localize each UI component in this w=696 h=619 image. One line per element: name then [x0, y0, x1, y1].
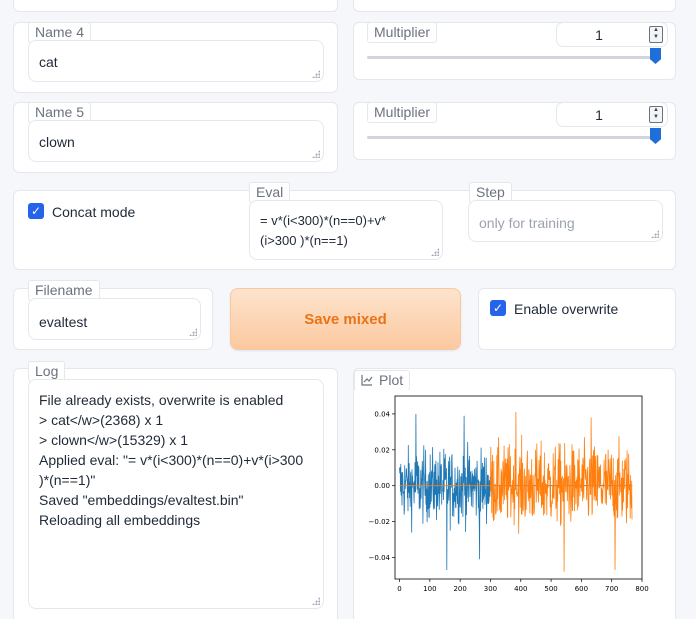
plot-label-badge: Plot — [354, 370, 411, 391]
previous-row-left — [13, 0, 338, 12]
name5-value: clown — [39, 134, 75, 150]
plot-canvas: 0 100 200 300 400 500 600 700 800 −0.04 −0.02 0.00 0… — [355, 390, 665, 605]
x-tick-label: 400 — [514, 585, 527, 593]
x-tick-label: 500 — [544, 585, 557, 593]
previous-row-right — [353, 0, 676, 12]
enable-overwrite-checkbox[interactable]: ✓ — [490, 300, 506, 316]
concat-mode-checkbox[interactable]: ✓ — [28, 203, 44, 219]
series-1-line — [399, 413, 491, 571]
name4-value: cat — [39, 54, 58, 70]
x-tick-label: 700 — [605, 585, 618, 593]
y-tick-label: −0.04 — [369, 554, 391, 562]
multiplier5-value: 1 — [595, 107, 603, 123]
multiplier5-label: Multiplier — [367, 102, 438, 123]
spinner-arrows-icon[interactable]: ▲ ▼ — [649, 106, 663, 123]
resize-handle-icon[interactable] — [312, 597, 320, 605]
save-mixed-label: Save mixed — [304, 310, 387, 328]
multiplier4-label: Multiplier — [367, 22, 438, 43]
multiplier4-slider-track[interactable] — [367, 56, 660, 59]
log-line: )*(n==1)" — [39, 472, 96, 488]
x-tick-label: 100 — [423, 585, 436, 593]
step-placeholder: only for training — [479, 215, 575, 231]
eval-field[interactable]: = v*(i<300)*(n==0)+v* (i>300 )*(n==1) — [249, 200, 443, 260]
eval-line-1: = v*(i<300)*(n==0)+v* — [260, 213, 387, 228]
multiplier4-value: 1 — [595, 27, 603, 43]
log-line: Applied eval: "= v*(i<300)*(n==0)+v*(i>3… — [39, 452, 304, 468]
spinner-arrows-icon[interactable]: ▲ ▼ — [649, 26, 663, 43]
resize-handle-icon[interactable] — [189, 328, 197, 336]
x-tick-label: 800 — [635, 585, 648, 593]
overwrite-block — [478, 288, 676, 350]
log-line: File already exists, overwrite is enable… — [39, 392, 284, 408]
y-tick-label: 0.02 — [374, 446, 390, 454]
y-tick-label: 0.04 — [374, 410, 390, 418]
x-tick-label: 600 — [575, 585, 588, 593]
multiplier5-number-input[interactable]: 1 ▲ ▼ — [556, 102, 668, 127]
filename-field[interactable]: evaltest — [28, 298, 201, 340]
resize-handle-icon[interactable] — [651, 230, 659, 238]
y-tick-label: 0.00 — [374, 482, 390, 490]
log-line: Reloading all embeddings — [39, 512, 201, 528]
resize-handle-icon[interactable] — [312, 150, 320, 158]
series-2-line — [490, 412, 633, 572]
plot-chart: 0 100 200 300 400 500 600 700 800 −0.04 −0.02 0.00 0… — [369, 395, 649, 593]
multiplier5-slider-track[interactable] — [367, 136, 660, 139]
x-tick-label: 200 — [453, 585, 466, 593]
resize-handle-icon[interactable] — [431, 248, 439, 256]
log-line: Saved "embeddings/evaltest.bin" — [39, 492, 244, 508]
multiplier4-number-input[interactable]: 1 ▲ ▼ — [556, 22, 668, 47]
x-tick-label: 0 — [397, 585, 401, 593]
step-field[interactable]: only for training — [468, 200, 663, 242]
resize-handle-icon[interactable] — [312, 70, 320, 78]
concat-mode-label: Concat mode — [52, 204, 136, 220]
enable-overwrite-label: Enable overwrite — [514, 301, 619, 317]
y-tick-label: −0.02 — [369, 518, 390, 526]
log-line: > cat</w>(2368) x 1 — [39, 412, 164, 428]
eval-line-2: (i>300 )*(n==1) — [260, 233, 348, 248]
chart-icon — [361, 375, 373, 386]
name5-field[interactable]: clown — [28, 120, 324, 162]
x-tick-label: 300 — [484, 585, 497, 593]
name4-field[interactable]: cat — [28, 40, 324, 82]
filename-value: evaltest — [39, 314, 88, 330]
plot-label: Plot — [379, 372, 404, 388]
log-line: > clown</w>(15329) x 1 — [39, 432, 189, 448]
log-textarea[interactable]: File already exists, overwrite is enable… — [28, 379, 324, 609]
save-mixed-button[interactable]: Save mixed — [230, 288, 461, 350]
